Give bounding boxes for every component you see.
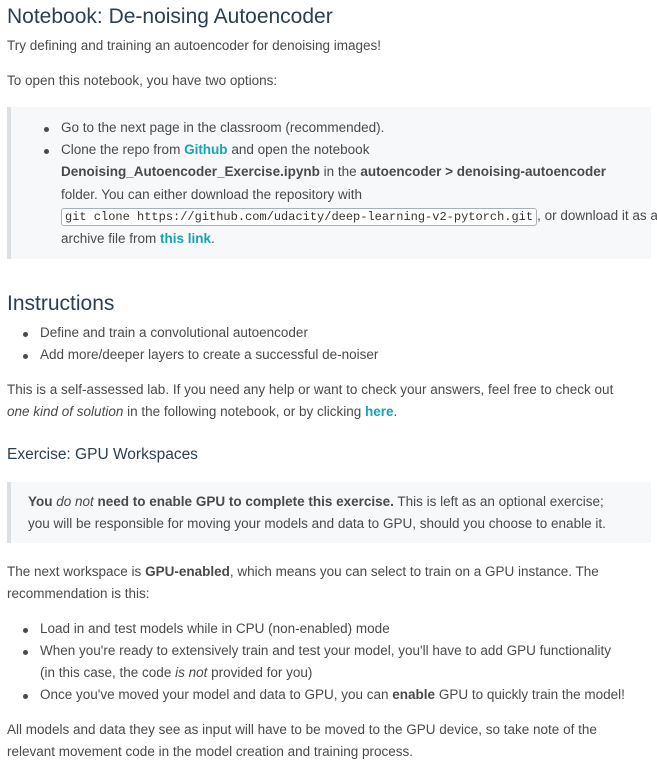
self-assessed-line2: one kind of solution in the following no…: [7, 404, 397, 419]
gpu-heading: Exercise: GPU Workspaces: [7, 446, 198, 463]
this-link[interactable]: this link: [160, 231, 211, 246]
recommendation-item: Load in and test models while in CPU (no…: [23, 621, 390, 636]
final-line2: relevant movement code in the model crea…: [7, 744, 413, 759]
github-link[interactable]: Github: [184, 142, 228, 157]
git-clone-line: git clone https://github.com/udacity/dee…: [61, 208, 657, 226]
notebook-line: Denoising_Autoencoder_Exercise.ipynb in …: [61, 164, 606, 179]
rec2-text-a: (in this case, the code: [40, 665, 176, 680]
here-link[interactable]: here: [365, 404, 394, 419]
self-assessed-line1: This is a self-assessed lab. If you need…: [7, 382, 614, 397]
gpu-next-a: The next workspace is: [7, 564, 146, 579]
open-options-text: To open this notebook, you have two opti…: [7, 73, 278, 88]
download-text: , or download it as an: [537, 208, 657, 223]
rec2-emphasis: is not: [175, 665, 208, 680]
gpu-next-line1: The next workspace is GPU-enabled, which…: [7, 564, 599, 579]
gpu-next-c: , which means you can select to train on…: [229, 564, 599, 579]
archive-text: archive file from: [61, 231, 161, 246]
rec2-text-b: provided for you): [207, 665, 313, 680]
folder-line: folder. You can either download the repo…: [61, 187, 362, 202]
gpu-quote-line2: you will be responsible for moving your …: [28, 516, 606, 531]
instructions-heading: Instructions: [7, 292, 115, 315]
recommendation-item-cont: (in this case, the code is not provided …: [40, 665, 312, 680]
self-assessed-mid: in the following notebook, or by clickin…: [123, 404, 365, 419]
self-assessed-end: .: [393, 404, 398, 419]
gpu-enabled-bold: GPU-enabled: [145, 564, 230, 579]
gpu-blockquote: [7, 482, 651, 543]
page-title: Notebook: De-noising Autoencoder: [7, 5, 333, 28]
gpu-quote-bold-1: You: [28, 494, 57, 509]
clone-text-2: and open the notebook: [227, 142, 370, 157]
notebook-page: Notebook: De-noising Autoencoder Try def…: [0, 0, 657, 783]
intro-text: Try defining and training an autoencoder…: [7, 38, 381, 53]
in-the-text: in the: [319, 164, 361, 179]
gpu-quote-line1: You do not need to enable GPU to complet…: [28, 494, 604, 509]
clone-text: Clone the repo from: [61, 142, 185, 157]
recommendation-item: Once you've moved your model and data to…: [23, 687, 625, 702]
solution-emphasis: one kind of solution: [7, 404, 124, 419]
final-line1: All models and data they see as input wi…: [7, 722, 597, 737]
instruction-item: Define and train a convolutional autoenc…: [23, 325, 308, 340]
instruction-item: Add more/deeper layers to create a succe…: [22, 347, 379, 362]
option-item-classroom: Go to the next page in the classroom (re…: [43, 120, 385, 135]
rec3-text-a: Once you've moved your model and data to…: [40, 687, 393, 702]
notebook-filename: Denoising_Autoencoder_Exercise.ipynb: [61, 164, 320, 179]
recommendation-item: When you're ready to extensively train a…: [23, 643, 611, 658]
archive-line: archive file from this link.: [61, 231, 215, 246]
gpu-quote-rest: This is left as an optional exercise;: [393, 494, 604, 509]
rec3-text-c: GPU to quickly train the model!: [435, 687, 625, 702]
gpu-quote-emphasis: do not: [56, 494, 94, 509]
notebook-folder-path: autoencoder > denoising-autoencoder: [360, 164, 607, 179]
rec3-enable-bold: enable: [392, 687, 436, 702]
git-clone-command[interactable]: git clone https://github.com/udacity/dee…: [61, 208, 538, 226]
gpu-quote-bold-2: need to enable GPU to complete this exer…: [93, 494, 394, 509]
archive-period: .: [211, 231, 215, 246]
gpu-next-line2: recommendation is this:: [7, 586, 150, 601]
option-item-clone: Clone the repo from Github and open the …: [43, 142, 370, 157]
